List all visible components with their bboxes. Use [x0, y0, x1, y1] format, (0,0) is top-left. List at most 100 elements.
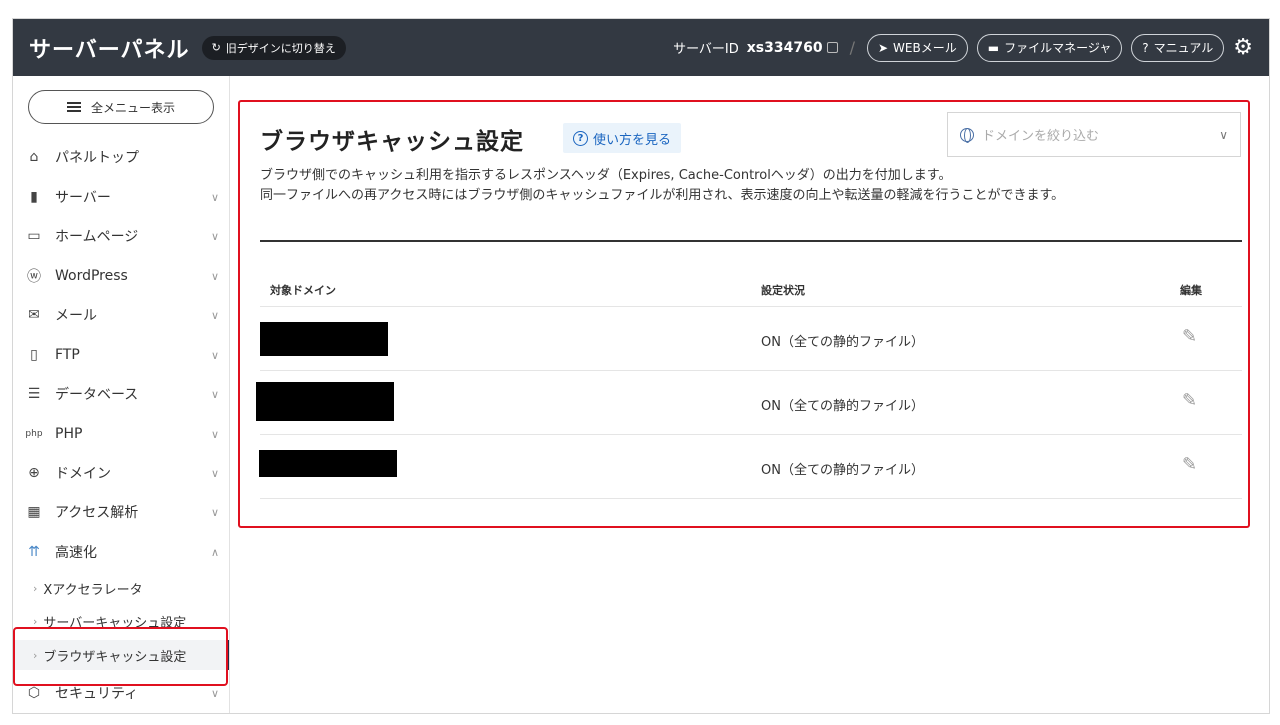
webmail-button[interactable]: ➤ WEBメール: [866, 33, 968, 62]
sidebar-item-label: データベース: [55, 387, 139, 403]
column-header-domain: 対象ドメイン: [270, 284, 336, 297]
sub-item-label: Xアクセラレータ: [43, 582, 143, 598]
app-frame: サーバーパネル ↻ 旧デザインに切り替え サーバーID xs334760 / ➤…: [12, 18, 1270, 714]
sidebar-item-speed[interactable]: ⇈ 高速化 ∧: [13, 534, 229, 570]
home-icon: ⌂: [29, 149, 39, 165]
sidebar-item-ftp[interactable]: ▯ FTP ∨: [13, 337, 229, 373]
brand-title[interactable]: サーバーパネル: [29, 32, 190, 64]
top-header: サーバーパネル ↻ 旧デザインに切り替え サーバーID xs334760 / ➤…: [13, 19, 1269, 76]
webmail-label: WEBメール: [893, 41, 957, 55]
chevron-right-icon: ›: [33, 581, 38, 595]
chevron-up-icon: ∧: [210, 545, 219, 559]
sidebar-item-php[interactable]: php PHP ∨: [13, 416, 229, 452]
chevron-down-icon: ∨: [210, 229, 219, 243]
chevron-down-icon: ∨: [210, 387, 219, 401]
globe-icon: [960, 127, 974, 143]
php-icon: php: [25, 429, 43, 439]
sidebar-item-access-analysis[interactable]: ▦ アクセス解析 ∨: [13, 494, 229, 530]
column-header-edit: 編集: [1180, 284, 1202, 297]
sidebar-item-label: サーバー: [55, 190, 111, 206]
domain-filter-select[interactable]: ドメインを絞り込む ∨: [947, 112, 1241, 157]
database-icon: ☰: [27, 386, 41, 402]
redacted-domain: [260, 322, 388, 356]
sidebar-item-database[interactable]: ☰ データベース ∨: [13, 376, 229, 412]
globe-icon: ⊕: [28, 465, 40, 481]
chevron-down-icon: ∨: [210, 505, 219, 519]
sidebar-item-label: ホームページ: [55, 229, 139, 245]
server-icon: ▮: [30, 189, 38, 205]
howto-label: 使い方を見る: [593, 132, 672, 148]
server-id-label: サーバーID: [673, 42, 739, 57]
sidebar-item-domain[interactable]: ⊕ ドメイン ∨: [13, 455, 229, 491]
server-id-value: xs334760: [746, 39, 823, 56]
manual-label: マニュアル: [1153, 41, 1214, 55]
redacted-domain: [256, 382, 394, 421]
edit-pencil-icon[interactable]: ✎: [1182, 326, 1197, 347]
old-design-label: 旧デザインに切り替え: [225, 41, 336, 55]
sidebar-item-panel-top[interactable]: ⌂ パネルトップ: [13, 139, 229, 175]
edit-pencil-icon[interactable]: ✎: [1182, 454, 1197, 475]
row-divider: [260, 306, 1242, 307]
help-icon: ?: [1142, 40, 1149, 55]
speed-icon: ⇈: [28, 544, 40, 560]
description-line: ブラウザ側でのキャッシュ利用を指示するレスポンスヘッダ（Expires, Cac…: [260, 168, 952, 183]
howto-button[interactable]: ? 使い方を見る: [563, 123, 682, 153]
all-menu-button[interactable]: 全メニュー表示: [28, 90, 214, 124]
page-title: ブラウザキャッシュ設定: [260, 129, 524, 155]
sidebar-item-label: FTP: [55, 347, 80, 363]
wordpress-icon: ⓦ: [27, 269, 41, 285]
copy-icon[interactable]: [826, 42, 838, 53]
divider: [260, 240, 1242, 242]
old-design-switch-button[interactable]: ↻ 旧デザインに切り替え: [201, 35, 346, 60]
chevron-down-icon: ∨: [210, 269, 219, 283]
row-divider: [260, 498, 1242, 499]
sidebar-item-label: 高速化: [55, 545, 97, 561]
column-header-status: 設定状況: [761, 284, 805, 297]
sidebar-item-label: セキュリティ: [55, 686, 139, 702]
chevron-down-icon: ∨: [210, 308, 219, 322]
sidebar-item-label: パネルトップ: [55, 150, 139, 166]
row-divider: [260, 434, 1242, 435]
help-icon: ?: [573, 130, 588, 146]
refresh-icon: ↻: [211, 41, 221, 54]
sidebar-item-label: WordPress: [55, 268, 128, 284]
sidebar-item-label: メール: [55, 308, 97, 324]
main-panel: ブラウザキャッシュ設定 ? 使い方を見る ドメインを絞り込む ∨ ブラウザ側での…: [238, 100, 1250, 528]
sidebar: 全メニュー表示 ⌂ パネルトップ ▮ サーバー ∨ ▭ ホームページ ∨ ⓦ W…: [13, 76, 230, 713]
shield-icon: ⬡: [27, 685, 41, 701]
gear-icon[interactable]: ⚙: [1233, 35, 1253, 60]
header-separator: /: [849, 38, 855, 57]
sidebar-item-server[interactable]: ▮ サーバー ∨: [13, 179, 229, 215]
chevron-down-icon: ∨: [210, 427, 219, 441]
sidebar-item-wordpress[interactable]: ⓦ WordPress ∨: [13, 258, 229, 294]
status-value: ON（全ての静的ファイル）: [761, 335, 924, 350]
status-value: ON（全ての静的ファイル）: [761, 463, 924, 478]
sidebar-item-mail[interactable]: ✉ メール ∨: [13, 297, 229, 333]
edit-pencil-icon[interactable]: ✎: [1182, 390, 1197, 411]
sub-item-x-accelerator[interactable]: › Xアクセラレータ: [13, 573, 229, 603]
page-description: ブラウザ側でのキャッシュ利用を指示するレスポンスヘッダ（Expires, Cac…: [260, 166, 1064, 206]
file-manager-button[interactable]: ▬ ファイルマネージャ: [976, 33, 1123, 62]
file-manager-label: ファイルマネージャ: [1004, 41, 1112, 55]
redacted-domain: [259, 450, 397, 477]
sidebar-item-label: ドメイン: [55, 466, 111, 482]
chevron-down-icon: ∨: [210, 190, 219, 204]
highlight-box: [13, 627, 228, 686]
monitor-icon: ▯: [30, 347, 38, 363]
chevron-down-icon: ∨: [210, 348, 219, 362]
chevron-down-icon: ∨: [210, 466, 219, 480]
hamburger-icon: [66, 102, 81, 112]
chevron-down-icon: ∨: [1219, 127, 1228, 142]
domain-filter-placeholder: ドメインを絞り込む: [982, 129, 1100, 144]
status-value: ON（全ての静的ファイル）: [761, 399, 924, 414]
folder-icon: ▬: [987, 40, 1000, 55]
chevron-down-icon: ∨: [210, 686, 219, 700]
chevron-right-icon: ›: [33, 614, 38, 628]
row-divider: [260, 370, 1242, 371]
manual-button[interactable]: ? マニュアル: [1131, 33, 1225, 62]
sidebar-item-homepage[interactable]: ▭ ホームページ ∨: [13, 218, 229, 254]
sidebar-item-label: アクセス解析: [55, 505, 139, 521]
description-line: 同一ファイルへの再アクセス時にはブラウザ側のキャッシュファイルが利用され、表示速…: [260, 188, 1065, 203]
chart-icon: ▦: [27, 504, 41, 520]
send-icon: ➤: [877, 40, 889, 55]
